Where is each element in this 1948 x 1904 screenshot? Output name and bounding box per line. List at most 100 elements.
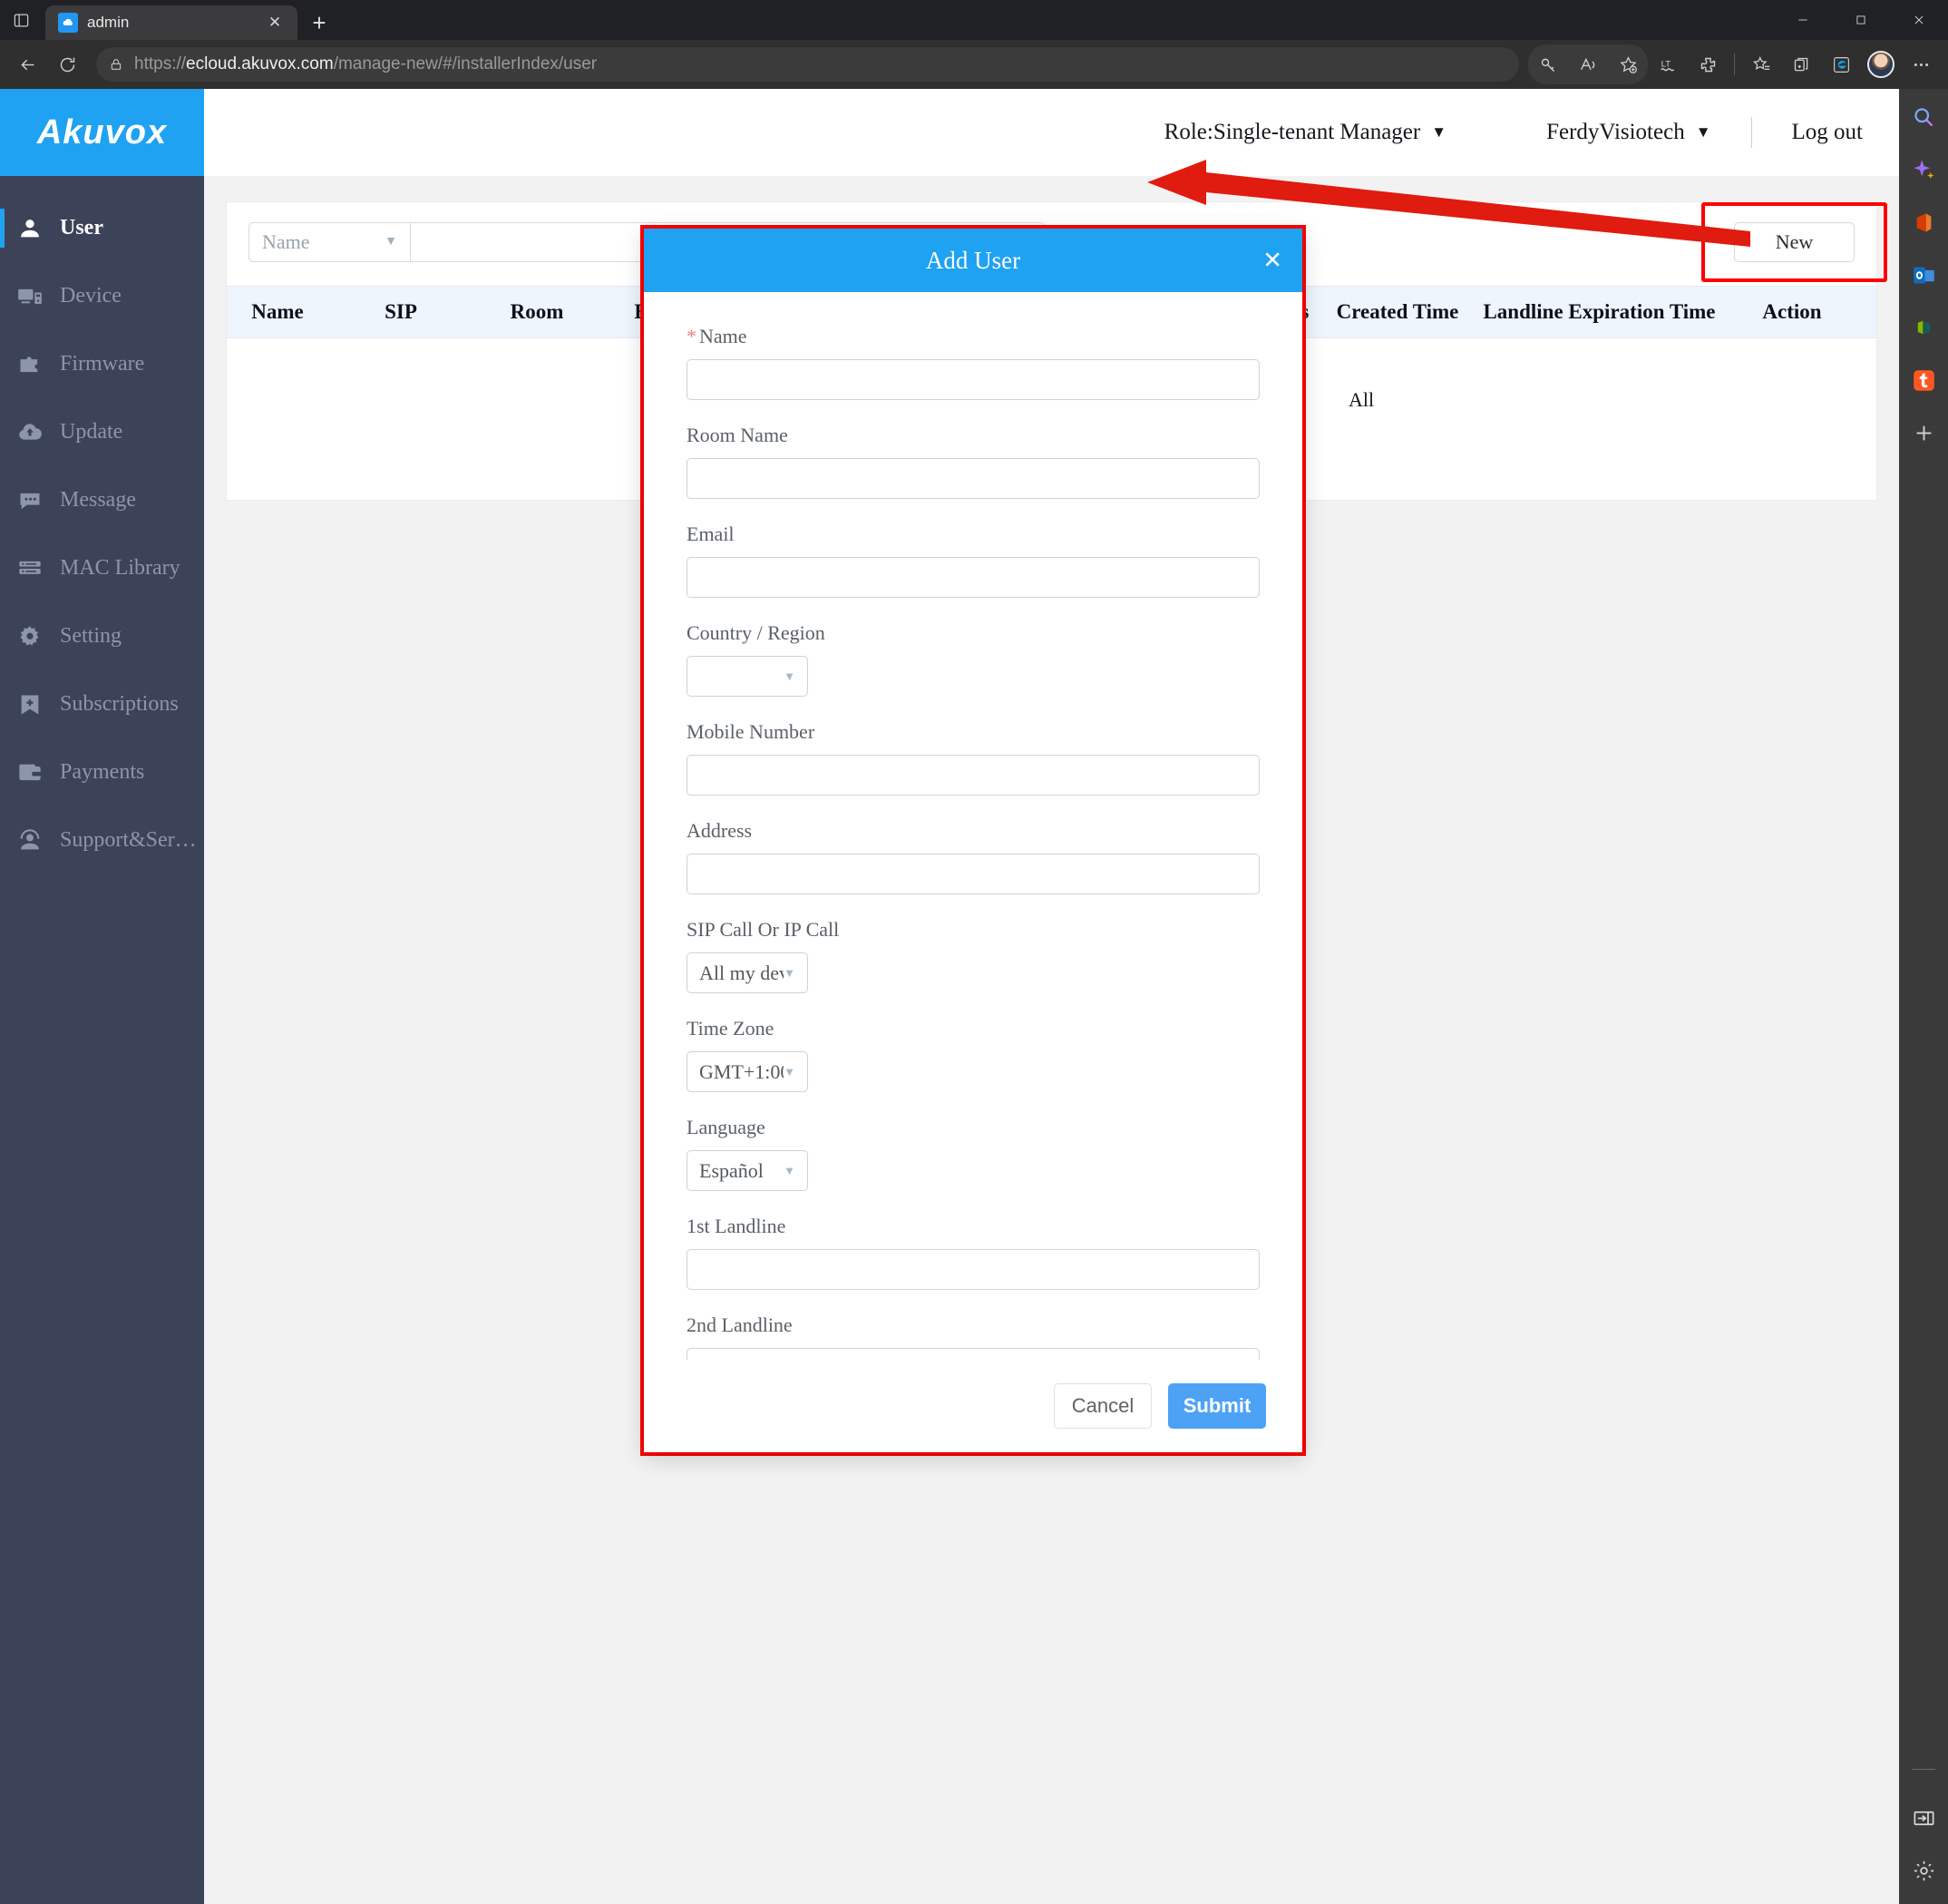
new-tab-button[interactable]: +	[301, 5, 337, 40]
close-window-icon[interactable]	[1890, 0, 1948, 40]
onenote-icon[interactable]	[1908, 312, 1939, 343]
role-label: Role:Single-tenant Manager	[1164, 120, 1421, 144]
bing-search-icon[interactable]	[1908, 102, 1939, 132]
sidebar-item-subscriptions[interactable]: Subscriptions	[0, 670, 204, 738]
cancel-button[interactable]: Cancel	[1054, 1383, 1152, 1429]
chevron-down-icon: ▼	[1431, 123, 1447, 141]
filter-field-value: Name	[262, 230, 310, 253]
address-bar[interactable]: https://ecloud.akuvox.com/manage-new/#/i…	[96, 47, 1519, 82]
wallet-icon	[16, 759, 44, 786]
sidebar-item-label: Setting	[60, 624, 122, 648]
add-sidebar-app-icon[interactable]	[1908, 417, 1939, 448]
field-language: Language Español ▼	[687, 1116, 1260, 1191]
read-aloud-icon[interactable]	[1568, 44, 1608, 84]
country-region-select[interactable]: ▼	[687, 656, 808, 697]
open-pane-icon[interactable]	[1908, 1802, 1939, 1833]
first-landline-input[interactable]	[687, 1249, 1260, 1290]
sidebar-settings-gear-icon[interactable]	[1908, 1855, 1939, 1886]
field-label: 1st Landline	[687, 1215, 786, 1237]
key-icon[interactable]	[1528, 44, 1568, 84]
toolbar-actions: LT	[1528, 44, 1941, 84]
cloud-upload-icon	[16, 419, 44, 446]
profile-avatar-icon[interactable]	[1861, 44, 1901, 84]
filter-field-select[interactable]: Name ▼	[248, 222, 410, 262]
address-input[interactable]	[687, 854, 1260, 894]
app-topbar: Role:Single-tenant Manager ▼ FerdyVisiot…	[204, 89, 1899, 176]
sidebar-item-firmware[interactable]: Firmware	[0, 330, 204, 398]
sip-or-ip-call-select[interactable]: All my devices … ▼	[687, 952, 808, 993]
role-selector[interactable]: Role:Single-tenant Manager ▼	[1164, 120, 1446, 145]
outlook-icon[interactable]	[1908, 259, 1939, 290]
field-label: Time Zone	[687, 1017, 774, 1040]
field-room-name: Room Name	[687, 424, 1260, 499]
sidebar-item-label: Device	[60, 284, 122, 308]
account-menu[interactable]: FerdyVisiotech ▼	[1546, 120, 1710, 145]
language-select[interactable]: Español ▼	[687, 1150, 808, 1191]
internet-explorer-icon[interactable]	[1821, 44, 1861, 84]
sidebar-item-device[interactable]: Device	[0, 262, 204, 330]
logout-button[interactable]: Log out	[1792, 120, 1863, 145]
sidebar-item-label: Update	[60, 420, 123, 444]
sidebar-item-update[interactable]: Update	[0, 398, 204, 466]
required-asterisk: *	[687, 325, 696, 347]
close-icon[interactable]: ✕	[1262, 247, 1282, 275]
gear-icon	[16, 623, 44, 650]
refresh-icon[interactable]	[47, 44, 87, 84]
dialog-header: Add User ✕	[644, 229, 1302, 292]
sidebar-item-label: Support&Ser…	[60, 828, 197, 852]
window-controls	[1774, 0, 1948, 40]
add-user-dialog: Add User ✕ * Name Room Name Email Countr…	[644, 229, 1302, 1452]
maximize-icon[interactable]	[1832, 0, 1890, 40]
sidebar-item-support-service[interactable]: Support&Ser…	[0, 806, 236, 874]
close-tab-icon[interactable]: ✕	[263, 11, 287, 34]
field-label: Email	[687, 522, 735, 545]
column-header-name: Name	[251, 300, 304, 323]
sidebar-item-label: User	[60, 216, 103, 239]
email-field[interactable]	[687, 557, 1260, 598]
sidebar-item-user[interactable]: User	[0, 194, 204, 262]
new-button[interactable]: New	[1734, 222, 1855, 262]
mobile-number-input[interactable]	[687, 755, 1260, 796]
sidebar-item-payments[interactable]: Payments	[0, 738, 204, 806]
all-label: All	[1349, 388, 1375, 411]
tab-list-icon[interactable]	[0, 0, 42, 40]
room-name-input[interactable]	[687, 458, 1260, 499]
sidebar-item-label: Subscriptions	[60, 692, 179, 716]
translate-icon[interactable]: LT	[1648, 44, 1688, 84]
tumblr-icon[interactable]	[1908, 365, 1939, 395]
submit-button[interactable]: Submit	[1168, 1383, 1266, 1429]
field-time-zone: Time Zone GMT+1:00 Ma… ▼	[687, 1017, 1260, 1092]
collections-icon[interactable]	[1781, 44, 1821, 84]
field-country-region: Country / Region ▼	[687, 621, 1260, 697]
second-landline-input[interactable]	[687, 1348, 1260, 1360]
field-label: SIP Call Or IP Call	[687, 918, 840, 941]
favorites-icon[interactable]	[1741, 44, 1781, 84]
back-arrow-icon[interactable]	[7, 44, 47, 84]
copilot-icon[interactable]	[1908, 154, 1939, 185]
edge-sidebar	[1899, 89, 1948, 1904]
sidebar-item-message[interactable]: Message	[0, 466, 204, 534]
dialog-title: Add User	[925, 246, 1021, 274]
minimize-icon[interactable]	[1774, 0, 1832, 40]
field-1st-landline: 1st Landline	[687, 1215, 1260, 1290]
time-zone-select[interactable]: GMT+1:00 Ma… ▼	[687, 1051, 808, 1092]
select-value: GMT+1:00 Ma…	[699, 1059, 784, 1083]
chevron-down-icon: ▼	[784, 1064, 795, 1079]
sidebar-item-label: Payments	[60, 760, 145, 784]
toolbar-divider	[1734, 54, 1735, 75]
office-icon[interactable]	[1908, 207, 1939, 238]
column-header-landline-expiration: Landline Expiration Time	[1483, 300, 1716, 323]
support-agent-icon	[16, 827, 44, 854]
extensions-icon[interactable]	[1688, 44, 1728, 84]
app-sidebar: Akuvox User Device Firmware Update Messa…	[0, 89, 236, 1904]
chevron-down-icon: ▼	[784, 965, 795, 980]
sidebar-item-mac-library[interactable]: MAC Library	[0, 534, 204, 602]
sidebar-item-setting[interactable]: Setting	[0, 602, 204, 670]
browser-tab[interactable]: admin ✕	[45, 5, 297, 40]
sidebar-item-label: Firmware	[60, 352, 145, 376]
more-options-icon[interactable]	[1901, 44, 1941, 84]
sidebar-nav: User Device Firmware Update Message MAC …	[0, 176, 236, 874]
name-input[interactable]	[687, 359, 1260, 400]
add-favorite-icon[interactable]	[1608, 44, 1648, 84]
field-label: Address	[687, 819, 753, 842]
